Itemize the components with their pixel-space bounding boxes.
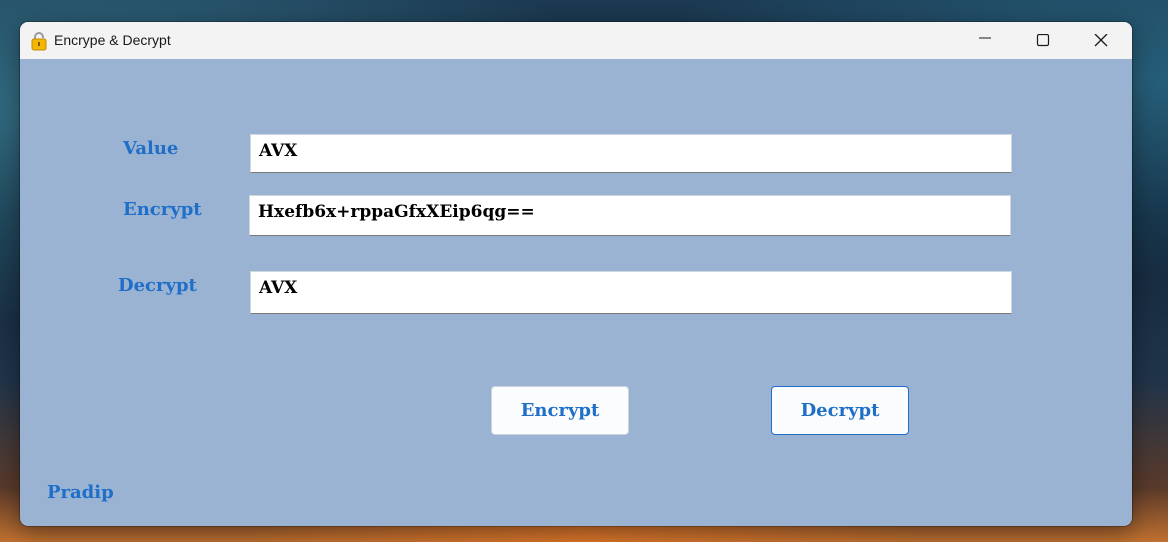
- encrypt-output-field[interactable]: Hxefb6x+rppaGfxXEip6qg==: [249, 195, 1011, 236]
- minimize-button[interactable]: [956, 22, 1014, 59]
- decrypt-label: Decrypt: [118, 275, 197, 296]
- decrypt-button[interactable]: Decrypt: [771, 386, 909, 435]
- value-label: Value: [123, 138, 179, 159]
- encrypt-button[interactable]: Encrypt: [491, 386, 629, 435]
- app-window: Encrype & Decrypt Value AVX Encrypt Hxef…: [20, 22, 1132, 526]
- value-input[interactable]: AVX: [250, 134, 1012, 173]
- maximize-button[interactable]: [1014, 22, 1072, 59]
- encrypt-label: Encrypt: [123, 199, 202, 220]
- close-button[interactable]: [1072, 22, 1130, 59]
- maximize-icon: [1036, 34, 1050, 47]
- close-icon: [1094, 34, 1108, 47]
- lock-icon: [31, 31, 47, 51]
- title-bar[interactable]: Encrype & Decrypt: [20, 22, 1132, 59]
- minimize-icon: [979, 37, 991, 39]
- author-label: Pradip: [47, 482, 114, 503]
- window-title: Encrype & Decrypt: [54, 32, 171, 48]
- decrypt-output-field[interactable]: AVX: [250, 271, 1012, 314]
